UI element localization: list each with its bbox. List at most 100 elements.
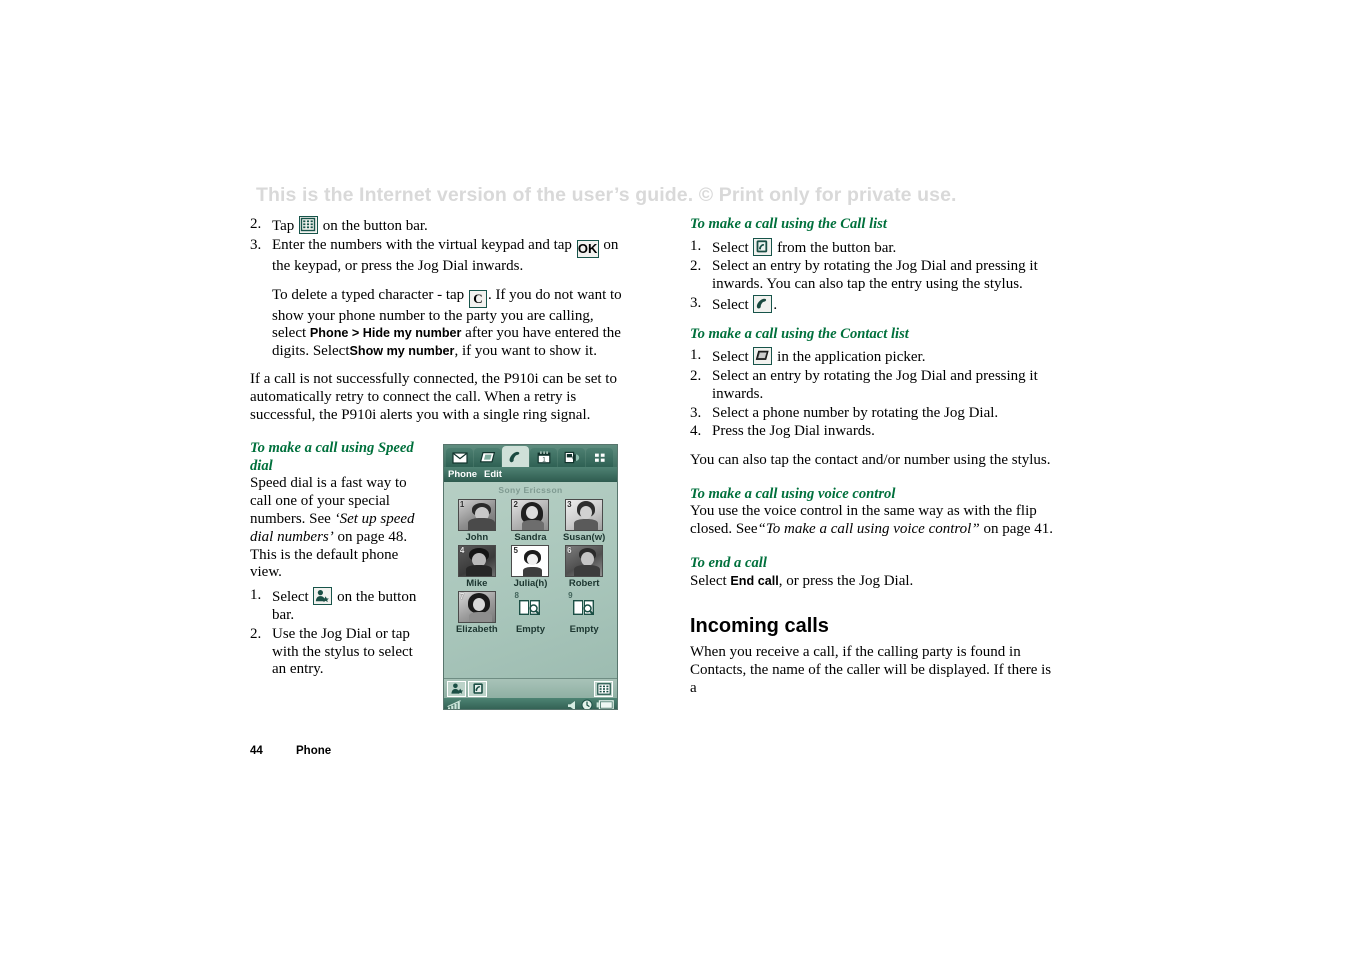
right-text-column: To make a call using the Call list 1. Se… <box>690 216 1056 698</box>
dial-number-steps: 2. Tap on the button bar. 3. Enter the n… <box>250 216 622 276</box>
speed-dial-button[interactable] <box>447 680 466 697</box>
speed-dial-steps: 1. Select on the button bar. 2. Use the … <box>250 587 422 679</box>
speed-dial-cell[interactable]: 4 Mike <box>450 545 504 589</box>
step-text-after: in the application picker. <box>777 349 926 366</box>
contact-name: Julia(h) <box>513 578 548 589</box>
envelope-icon <box>451 451 468 464</box>
media-tab[interactable] <box>558 448 585 467</box>
speaker-icon <box>568 700 575 709</box>
slot-number: 4 <box>459 546 465 555</box>
list-number: 4. <box>690 423 702 440</box>
end-call-part2: , or press the Jog Dial. <box>778 572 914 589</box>
slot-number: 7 <box>459 592 465 601</box>
messaging-tab[interactable] <box>446 448 473 467</box>
phone-screen-body: Sony Ericsson 1 John 2 Sandra 3 Susan(w)… <box>444 482 617 678</box>
step-text-before: Enter the numbers with the virtual keypa… <box>272 236 572 253</box>
call-list-heading: To make a call using the Call list <box>690 216 887 232</box>
speed-dial-cell[interactable]: 2 Sandra <box>504 499 558 543</box>
grid-dots-icon <box>594 453 605 462</box>
step-text-before: Select <box>272 589 309 606</box>
contact-photo[interactable]: 7 <box>457 591 496 623</box>
page-number: 44 <box>250 745 263 757</box>
step-text-before: Select <box>712 296 749 313</box>
list-number: 1. <box>250 587 262 604</box>
speed-dial-cell[interactable]: 6 Robert <box>557 545 611 589</box>
list-item: 1. Select from the button bar. <box>690 237 1056 258</box>
slot-number: 8 <box>514 591 519 600</box>
call-list-icon[interactable] <box>753 237 773 256</box>
phone-tab[interactable] <box>502 446 529 467</box>
sony-ericsson-brand-label: Sony Ericsson <box>498 485 563 495</box>
menu-item-phone[interactable]: Phone <box>448 469 477 480</box>
contact-name: Sandra <box>514 532 547 543</box>
end-call-part1: Select <box>690 572 727 589</box>
call-list-steps: 1. Select from the button bar. 2. Select… <box>690 237 1056 315</box>
list-item: 4. Press the Jog Dial inwards. <box>690 423 1056 441</box>
call-list-button[interactable] <box>468 680 487 697</box>
contact-photo[interactable]: 4 <box>457 545 496 577</box>
step-text-before: Use the Jog Dial or tap with the stylus … <box>272 625 413 678</box>
more-apps-tab[interactable] <box>586 448 613 467</box>
speed-dial-cell[interactable]: 9 Empty <box>557 591 611 635</box>
handset-icon <box>509 451 520 462</box>
contacts-icon[interactable] <box>753 347 773 366</box>
calendar-tab[interactable]: 1 <box>530 448 557 467</box>
slot-number: 6 <box>567 546 572 555</box>
contact-name: Elizabeth <box>455 624 498 635</box>
step-text-before: Select an entry by rotating the Jog Dial… <box>712 258 1038 293</box>
device-icon <box>564 451 579 464</box>
speed-dial-icon <box>450 683 463 694</box>
end-call-heading: To end a call <box>690 555 767 572</box>
end-call-paragraph: Select End call, or press the Jog Dial. <box>690 573 1056 591</box>
keypad-icon <box>596 682 611 695</box>
speed-dial-cell[interactable]: 5 Julia(h) <box>504 545 558 589</box>
step-text-before: Select a phone number by rotating the Jo… <box>712 404 999 421</box>
speed-dial-cell[interactable]: 3 Susan(w) <box>557 499 611 543</box>
list-item: 1. Select on the button bar. <box>250 587 422 625</box>
list-number: 3. <box>690 294 702 311</box>
menu-path-show-my-number: Show my number <box>349 344 455 359</box>
list-number: 2. <box>250 625 262 642</box>
empty-slot[interactable]: 8 <box>511 591 549 623</box>
list-number: 2. <box>690 367 702 384</box>
keypad-button[interactable] <box>594 680 613 697</box>
speed-dial-block: To make a call using Speed dial Speed di… <box>250 440 422 679</box>
speed-dial-cell[interactable]: 7 Elizabeth <box>450 591 504 635</box>
empty-slot[interactable]: 9 <box>565 591 603 623</box>
battery-icon <box>596 700 614 709</box>
contact-photo[interactable]: 5 <box>511 545 550 577</box>
list-number: 2. <box>690 258 702 275</box>
speed-dial-cell[interactable]: 1 John <box>450 499 504 543</box>
keypad-icon[interactable] <box>299 216 319 234</box>
contact-name: Empty <box>515 624 546 635</box>
clock-icon <box>581 699 593 709</box>
calendar-icon: 1 <box>537 451 550 464</box>
speed-dial-heading: To make a call using Speed dial <box>250 440 414 474</box>
step-text-before: Press the Jog Dial inwards. <box>712 423 875 440</box>
incoming-calls-heading: Incoming calls <box>690 615 829 638</box>
ok-icon[interactable]: OK <box>576 239 599 258</box>
footer-section-label: Phone <box>296 745 332 757</box>
clear-icon[interactable]: C <box>468 289 487 308</box>
contact-name: Mike <box>466 578 488 589</box>
speed-dial-icon[interactable] <box>313 587 333 606</box>
contact-photo[interactable]: 3 <box>565 499 604 531</box>
step-text-before: Select <box>712 349 749 366</box>
list-item: 2. Use the Jog Dial or tap with the styl… <box>250 626 422 679</box>
contact-name: Robert <box>568 578 600 589</box>
contacts-tab[interactable] <box>474 448 501 467</box>
speed-dial-cell[interactable]: 8 Empty <box>504 591 558 635</box>
p910i-speed-dial-screenshot: 1 Phone Edit Sony Ericsson 1 John 2 Sand… <box>443 444 618 710</box>
menu-item-edit[interactable]: Edit <box>484 469 502 480</box>
list-item: 1. Select in the application picker. <box>690 347 1056 367</box>
list-item: 3. Enter the numbers with the virtual ke… <box>250 237 622 276</box>
voice-control-reference: “To make a call using voice control” <box>757 521 980 538</box>
contact-name: John <box>465 532 489 543</box>
slot-number: 5 <box>513 546 518 555</box>
contact-photo[interactable]: 6 <box>565 545 604 577</box>
contact-photo[interactable]: 2 <box>511 499 550 531</box>
contact-photo[interactable]: 1 <box>457 499 496 531</box>
slot-number: 9 <box>568 591 573 600</box>
handset-icon[interactable] <box>753 294 773 313</box>
page-footer: 44 Phone <box>250 745 331 757</box>
